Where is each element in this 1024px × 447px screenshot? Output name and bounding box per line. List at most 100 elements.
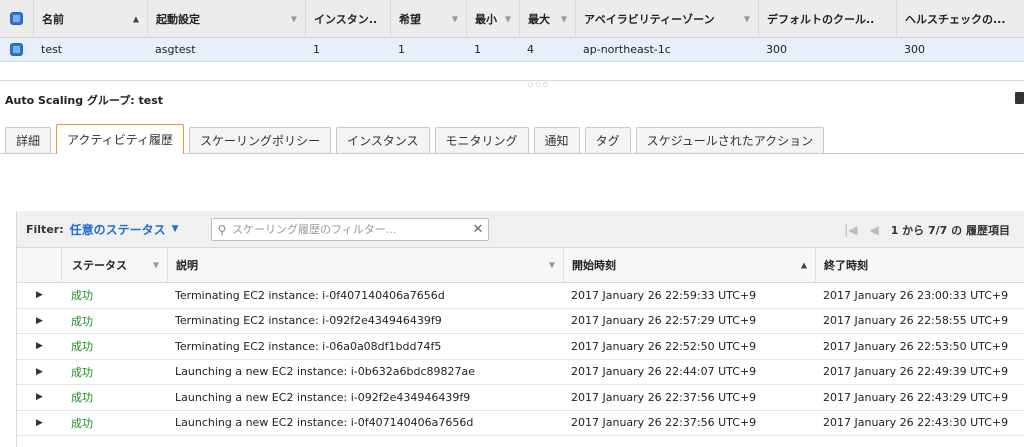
history-search-input[interactable] — [232, 223, 468, 236]
sort-icon: ▼ — [152, 260, 159, 270]
pager: |◀ ◀ 1 から 7/7 の 履歴項目 — [844, 211, 1010, 248]
expand-icon[interactable]: ▶ — [17, 334, 61, 359]
status-filter-value: 任意のステータス — [69, 222, 166, 237]
expand-icon[interactable]: ▶ — [17, 309, 61, 334]
status-badge: 成功 — [71, 289, 93, 303]
asg-az: ap-northeast-1c — [583, 43, 671, 56]
row-start-time: 2017 January 26 22:52:50 UTC+9 — [571, 339, 757, 353]
tab-details[interactable]: 詳細 — [5, 127, 52, 153]
asg-row-test[interactable]: test asgtest 1 1 1 4 ap-northeast-1c 300… — [0, 38, 1024, 62]
status-filter-dropdown[interactable]: 任意のステータス ▼ — [70, 221, 179, 238]
col-start-time[interactable]: 開始時刻 ▲ — [563, 248, 815, 282]
checkbox-icon — [10, 43, 23, 56]
panel-toggle-icon[interactable] — [1015, 92, 1024, 104]
first-page-icon[interactable]: |◀ — [844, 223, 857, 237]
filter-label: Filter: — [26, 222, 64, 236]
asg-cooldown: 300 — [766, 43, 787, 56]
tab-activity-history[interactable]: アクティビティ履歴 — [56, 124, 184, 154]
col-name[interactable]: 名前 ▲ — [33, 0, 147, 37]
status-badge: 成功 — [71, 365, 93, 379]
sort-icon: ▼ — [560, 14, 567, 23]
status-badge: 成功 — [71, 416, 93, 430]
activity-history-panel: Filter: 任意のステータス ▼ ⚲ ✕ |◀ ◀ 1 から 7/7 の 履… — [16, 211, 1024, 447]
row-end-time: 2017 January 26 22:43:30 UTC+9 — [823, 416, 1009, 430]
row-end-time: 2017 January 26 22:53:50 UTC+9 — [823, 339, 1009, 353]
status-badge: 成功 — [71, 340, 93, 354]
tab-monitoring[interactable]: モニタリング — [434, 127, 529, 153]
row-end-time: 2017 January 26 22:58:55 UTC+9 — [823, 314, 1009, 328]
row-start-time: 2017 January 26 22:59:33 UTC+9 — [571, 288, 757, 302]
col-instances[interactable]: インスタン.. — [305, 0, 390, 37]
row-description: Launching a new EC2 instance: i-092f2e43… — [175, 390, 471, 404]
row-start-time: 2017 January 26 22:37:56 UTC+9 — [571, 390, 757, 404]
tab-scheduled-actions[interactable]: スケジュールされたアクション — [635, 127, 825, 153]
detail-title: Auto Scaling グループ: test — [5, 94, 164, 107]
asg-table-header: 名前 ▲ 起動設定 ▼ インスタン.. 希望 ▼ 最小 ▼ 最大 ▼ アベイラビリティーゾ… — [0, 0, 1024, 38]
table-row[interactable]: ▶ 成功 Terminating EC2 instance: i-0f40714… — [17, 283, 1024, 309]
sort-icon: ▼ — [290, 14, 297, 23]
prev-page-icon[interactable]: ◀ — [869, 223, 878, 237]
col-status[interactable]: ステータス ▼ — [61, 248, 167, 282]
asg-health-check: 300 — [904, 43, 925, 56]
sort-icon: ▼ — [743, 14, 750, 23]
row-description: Terminating EC2 instance: i-0f407140406a… — [175, 288, 445, 302]
tab-instances[interactable]: インスタンス — [336, 127, 430, 153]
col-max[interactable]: 最大 ▼ — [519, 0, 575, 37]
status-badge: 成功 — [71, 314, 93, 328]
expand-icon[interactable]: ▶ — [17, 411, 61, 436]
col-end-time[interactable]: 終了時刻 — [815, 248, 1023, 282]
row-start-time: 2017 January 26 22:44:07 UTC+9 — [571, 365, 757, 379]
row-start-time: 2017 January 26 22:57:29 UTC+9 — [571, 314, 757, 328]
col-min[interactable]: 最小 ▼ — [466, 0, 519, 37]
sort-icon: ▼ — [451, 14, 458, 23]
tab-tags[interactable]: タグ — [584, 127, 631, 153]
history-search: ⚲ ✕ — [211, 218, 489, 241]
col-description[interactable]: 説明 ▼ — [167, 248, 563, 282]
table-row[interactable]: ▶ 成功 Launching a new EC2 instance: i-092… — [17, 385, 1024, 411]
col-health-check[interactable]: ヘルスチェックの... — [896, 0, 1024, 37]
table-row[interactable]: ▶ 成功 Launching a new EC2 instance: i-0f4… — [17, 411, 1024, 436]
col-desired[interactable]: 希望 ▼ — [390, 0, 466, 37]
search-icon: ⚲ — [217, 222, 227, 237]
asg-name: test — [41, 43, 63, 56]
expand-icon[interactable]: ▶ — [17, 385, 61, 410]
row-end-time: 2017 January 26 22:49:39 UTC+9 — [823, 365, 1009, 379]
row-end-time: 2017 January 26 22:43:29 UTC+9 — [823, 390, 1009, 404]
checkbox-icon — [10, 12, 23, 25]
expand-icon[interactable]: ▶ — [17, 360, 61, 385]
chevron-down-icon: ▼ — [171, 224, 179, 234]
asg-max: 4 — [527, 43, 534, 56]
sort-icon: ▼ — [504, 14, 511, 23]
table-row[interactable]: ▶ 成功 Terminating EC2 instance: i-06a0a08… — [17, 334, 1024, 360]
table-row[interactable]: ▶ 成功 Terminating EC2 instance: i-092f2e4… — [17, 309, 1024, 334]
row-description: Terminating EC2 instance: i-092f2e434946… — [175, 314, 442, 328]
history-table-header: ステータス ▼ 説明 ▼ 開始時刻 ▲ 終了時刻 — [17, 248, 1024, 283]
tab-scaling-policies[interactable]: スケーリングポリシー — [188, 127, 331, 153]
col-expander — [17, 248, 61, 282]
pager-text: 1 から 7/7 の 履歴項目 — [890, 223, 1010, 237]
history-toolbar: Filter: 任意のステータス ▼ ⚲ ✕ |◀ ◀ 1 から 7/7 の 履… — [17, 211, 1024, 248]
row-description: Terminating EC2 instance: i-06a0a08df1bd… — [175, 339, 442, 353]
drag-handle-icon: ○○○ — [528, 81, 550, 88]
row-start-time: 2017 January 26 22:37:56 UTC+9 — [571, 416, 757, 430]
col-default-cooldown[interactable]: デフォルトのクール.. — [758, 0, 896, 37]
clear-icon[interactable]: ✕ — [468, 222, 488, 237]
sort-asc-icon: ▲ — [800, 260, 807, 270]
row-checkbox[interactable] — [0, 38, 33, 61]
select-all-checkbox[interactable] — [0, 0, 33, 37]
table-row[interactable]: ▶ 成功 Launching a new EC2 instance: i-0b6… — [17, 360, 1024, 385]
col-launch-config[interactable]: 起動設定 ▼ — [147, 0, 305, 37]
status-badge: 成功 — [71, 391, 93, 405]
sort-icon: ▼ — [548, 260, 555, 270]
detail-tabs: 詳細 アクティビティ履歴 スケーリングポリシー インスタンス モニタリング 通知… — [0, 124, 1024, 154]
row-description: Launching a new EC2 instance: i-0f407140… — [175, 416, 474, 430]
sort-asc-icon: ▲ — [132, 14, 139, 23]
expand-icon[interactable]: ▶ — [17, 283, 61, 308]
asg-instances: 1 — [313, 43, 320, 56]
asg-table: 名前 ▲ 起動設定 ▼ インスタン.. 希望 ▼ 最小 ▼ 最大 ▼ アベイラビリティーゾ… — [0, 0, 1024, 62]
tab-notifications[interactable]: 通知 — [533, 127, 580, 153]
asg-min: 1 — [474, 43, 481, 56]
row-end-time: 2017 January 26 23:00:33 UTC+9 — [823, 288, 1009, 302]
col-availability-zone[interactable]: アベイラビリティーゾーン ▼ — [575, 0, 758, 37]
panel-splitter[interactable]: ○○○ — [0, 80, 1024, 88]
